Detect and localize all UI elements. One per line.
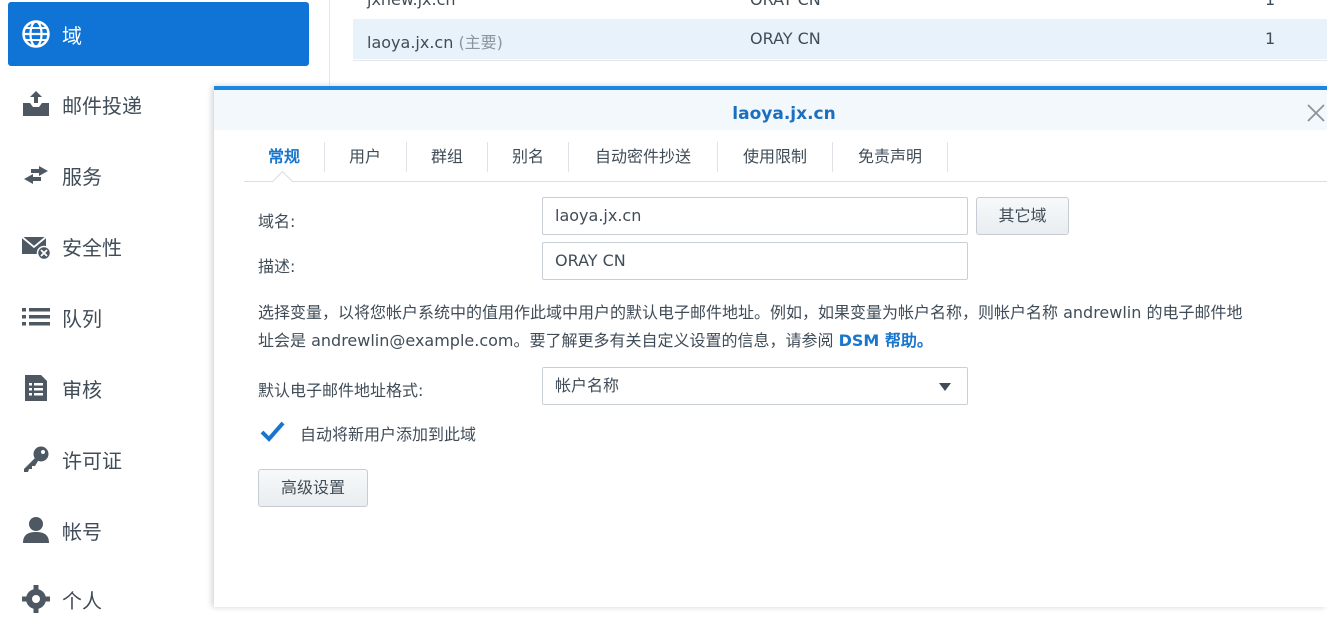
key-icon [20,443,52,475]
sidebar-divider [329,0,330,90]
auto-add-users-checkbox[interactable] [258,418,286,446]
tab-groups[interactable]: 群组 [407,134,487,180]
help-text-end: 。 [916,331,933,350]
domain-name-field[interactable]: laoya.jx.cn [542,197,968,235]
user-icon [20,514,52,546]
email-format-select[interactable]: 帐户名称 [542,367,968,405]
checkmark-icon [260,421,285,442]
mail-blocked-icon [20,230,52,262]
close-icon[interactable] [1305,102,1327,124]
table-row[interactable]: laoya.jx.cn (主要) ORAY CN 1 [353,19,1327,59]
count-cell: 1 [1265,0,1275,9]
domain-name: laoya.jx.cn [367,33,454,52]
primary-tag: (主要) [458,33,503,52]
domain-name-cell: jxnew.jx.cn [367,0,456,9]
other-domains-button[interactable]: 其它域 [976,197,1069,235]
list-divider [353,60,1327,61]
sidebar-item-label: 域 [62,23,82,48]
description-label: 描述: [258,257,296,276]
table-row[interactable]: jxnew.jx.cn ORAY CN 1 [353,0,1327,20]
chevron-down-icon [939,383,951,391]
sidebar-item-label: 审核 [62,377,102,402]
auto-add-users-label: 自动将新用户添加到此域 [300,425,477,444]
provider-cell: ORAY CN [750,0,821,9]
sidebar-item-label: 帐号 [62,519,102,544]
sidebar-item-label: 队列 [62,306,102,331]
tab-users[interactable]: 用户 [325,134,405,180]
tab-disclaimer[interactable]: 免责声明 [833,134,947,180]
help-text-body: 址会是 andrewlin@example.com。要了解更多有关自定义设置的信… [258,331,839,350]
email-format-value: 帐户名称 [555,376,620,395]
tab-baseline [244,181,1327,182]
dsm-help-link[interactable]: DSM 帮助 [839,331,917,350]
sidebar-item-label: 服务 [62,164,102,189]
tab-auto-bcc[interactable]: 自动密件抄送 [569,134,717,180]
dialog-header: laoya.jx.cn [214,90,1327,130]
tab-bar: 常规 用户 群组 别名 自动密件抄送 使用限制 免责声明 [244,134,1327,180]
advanced-settings-button[interactable]: 高级设置 [258,469,368,507]
help-text-line-1: 选择变量，以将您帐户系统中的值用作此域中用户的默认电子邮件地址。例如，如果变量为… [258,303,1243,322]
list-icon [20,301,52,333]
sidebar-item-label: 安全性 [62,235,122,260]
domain-name-cell: laoya.jx.cn (主要) [367,29,503,53]
sidebar-item-label: 个人 [62,588,102,613]
email-format-label: 默认电子邮件地址格式: [258,381,424,400]
sidebar-item-domain[interactable]: 域 [8,2,309,66]
help-text: 选择变量，以将您帐户系统中的值用作此域中用户的默认电子邮件地址。例如，如果变量为… [258,299,1323,355]
document-list-icon [20,372,52,404]
transfer-arrows-icon [20,159,52,191]
domain-settings-dialog: laoya.jx.cn 常规 用户 群组 别名 自动密件抄送 使用限制 免责声明… [214,86,1327,607]
globe-icon [20,18,52,50]
tab-usage-limit[interactable]: 使用限制 [718,134,832,180]
sidebar-item-label: 邮件投递 [62,93,142,118]
mail-tray-icon [20,88,52,120]
provider-cell: ORAY CN [750,29,821,48]
tab-separator [947,142,948,172]
tab-aliases[interactable]: 别名 [488,134,568,180]
count-cell: 1 [1265,29,1276,48]
sidebar-item-label: 许可证 [62,448,122,473]
help-text-line-2: 址会是 andrewlin@example.com。要了解更多有关自定义设置的信… [258,327,1323,355]
description-field[interactable]: ORAY CN [542,242,968,280]
dialog-title: laoya.jx.cn [732,104,836,124]
gear-icon [20,583,52,615]
domain-name-label: 域名: [258,212,296,231]
